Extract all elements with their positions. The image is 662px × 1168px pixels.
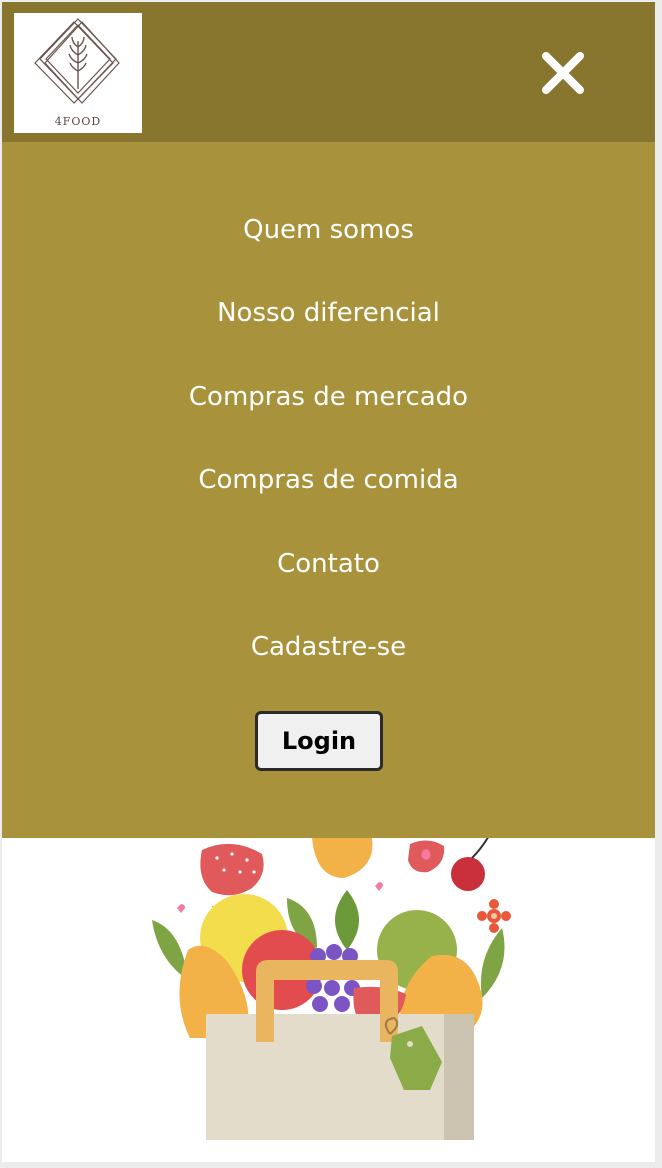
grocery-bag-illustration — [152, 838, 511, 1140]
menu-item-quem-somos[interactable]: Quem somos — [2, 214, 655, 246]
menu-item-nosso-diferencial[interactable]: Nosso diferencial — [2, 297, 655, 329]
page: 4FOOD Quem somos Nosso diferencial Compr… — [2, 2, 655, 1162]
login-button[interactable]: Login — [255, 711, 383, 771]
close-icon — [542, 52, 584, 94]
nav-menu: Quem somos Nosso diferencial Compras de … — [2, 142, 655, 838]
logo[interactable]: 4FOOD — [14, 13, 142, 133]
close-menu-button[interactable] — [537, 47, 589, 99]
site-header: 4FOOD — [2, 2, 655, 142]
menu-item-contato[interactable]: Contato — [2, 548, 655, 580]
menu-item-compras-de-comida[interactable]: Compras de comida — [2, 464, 655, 496]
logo-text: 4FOOD — [54, 115, 102, 128]
menu-item-compras-de-mercado[interactable]: Compras de mercado — [2, 381, 655, 413]
menu-item-cadastre-se[interactable]: Cadastre-se — [2, 631, 655, 663]
